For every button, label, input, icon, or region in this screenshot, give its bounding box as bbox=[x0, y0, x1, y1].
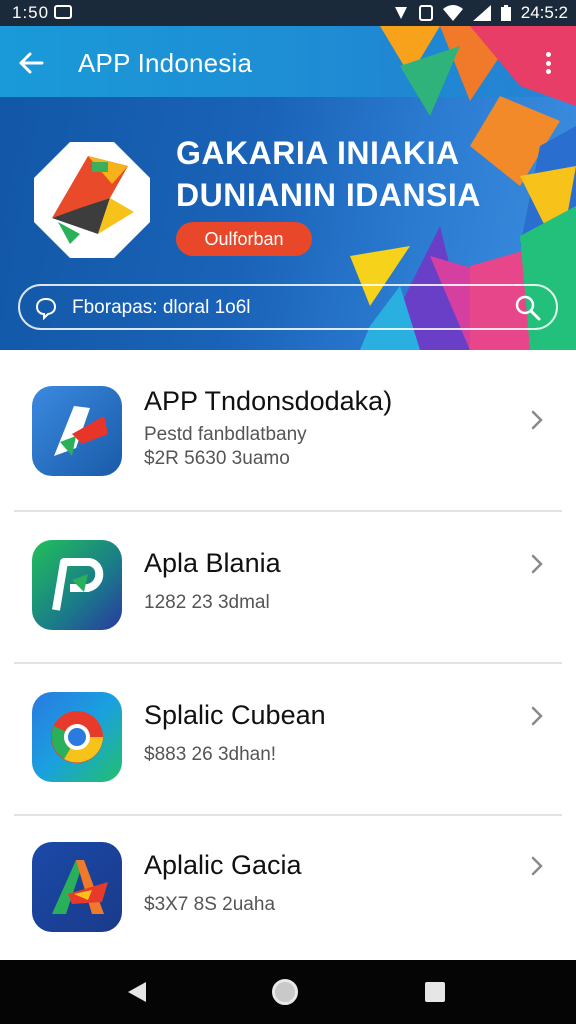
cta-button[interactable]: Oulforban bbox=[176, 222, 312, 256]
back-button[interactable] bbox=[14, 46, 48, 80]
headline-line-2: DUNIANIN IDANSIA bbox=[176, 177, 481, 213]
app-logo-icon bbox=[52, 860, 108, 914]
app-name: Apla Blania bbox=[144, 548, 281, 578]
signal-icon bbox=[472, 5, 491, 21]
app-meta: $3X7 8S 2uaha bbox=[144, 894, 276, 915]
status-icons: 24:5:2 bbox=[393, 3, 568, 23]
chat-bubble-icon bbox=[35, 297, 57, 320]
browser-logo-icon bbox=[51, 711, 103, 763]
chevron-right-icon bbox=[531, 706, 543, 726]
app-description: Pestd fanbdlatbany bbox=[144, 424, 307, 445]
hero-headline: GAKARIA INIAKIA DUNIANIN IDANSIA bbox=[176, 132, 481, 216]
list-item[interactable]: Aplalic Gacia $3X7 8S 2uaha bbox=[0, 816, 576, 966]
list-item[interactable]: Apla Blania 1282 23 3dmal bbox=[0, 512, 576, 664]
overflow-menu-button[interactable] bbox=[536, 48, 560, 78]
wifi-icon bbox=[442, 5, 463, 21]
nav-recents-icon[interactable] bbox=[425, 982, 445, 1002]
vpn-key-icon bbox=[394, 7, 407, 19]
app-logo-icon bbox=[54, 406, 108, 456]
app-meta: $2R 5630 3uamo bbox=[144, 448, 290, 469]
page-title: APP Indonesia bbox=[78, 48, 253, 78]
brand-logo-icon bbox=[34, 142, 150, 258]
app-logo-icon bbox=[52, 558, 104, 611]
app-icon bbox=[32, 692, 122, 782]
app-name: Splalic Cubean bbox=[144, 700, 326, 730]
chevron-right-icon bbox=[531, 856, 543, 876]
chevron-right-icon bbox=[531, 410, 543, 430]
search-bar[interactable]: Fborapas: dloral 1o6l bbox=[18, 284, 558, 330]
app-name: Aplalic Gacia bbox=[144, 850, 302, 880]
status-bar: 1:50 24:5:2 bbox=[0, 0, 576, 26]
app-list: APP Tndonsdodaka) Pestd fanbdlatbany $2R… bbox=[0, 350, 576, 960]
chevron-right-icon bbox=[531, 554, 543, 574]
system-nav-bar bbox=[0, 960, 576, 1024]
search-icon[interactable] bbox=[514, 294, 542, 322]
nav-back-icon[interactable] bbox=[126, 980, 148, 1004]
hero-banner: APP Indonesia GAKARIA INIAKIA DUNIANIN I… bbox=[0, 26, 576, 350]
nav-home-icon[interactable] bbox=[272, 979, 298, 1005]
headline-line-1: GAKARIA INIAKIA bbox=[176, 135, 460, 171]
list-item[interactable]: Splalic Cubean $883 26 3dhan! bbox=[0, 664, 576, 816]
app-icon bbox=[32, 842, 122, 932]
app-icon bbox=[32, 540, 122, 630]
arrow-left-icon bbox=[19, 52, 44, 74]
more-vert-icon-dot bbox=[545, 69, 551, 74]
more-vert-icon-dot bbox=[545, 60, 551, 66]
app-meta: $883 26 3dhan! bbox=[144, 744, 277, 765]
status-time-right: 24:5:2 bbox=[520, 3, 568, 22]
list-item[interactable]: APP Tndonsdodaka) Pestd fanbdlatbany $2R… bbox=[0, 350, 576, 512]
image-notification-icon bbox=[54, 5, 72, 19]
app-icon bbox=[32, 386, 122, 476]
search-input[interactable]: Fborapas: dloral 1o6l bbox=[72, 297, 251, 319]
app-meta: 1282 23 3dmal bbox=[144, 592, 270, 613]
battery-icon bbox=[500, 5, 511, 21]
sim-card-icon bbox=[418, 5, 433, 21]
more-vert-icon bbox=[545, 52, 551, 57]
status-time-left: 1:50 bbox=[12, 3, 50, 22]
app-name: APP Tndonsdodaka) bbox=[144, 386, 393, 416]
